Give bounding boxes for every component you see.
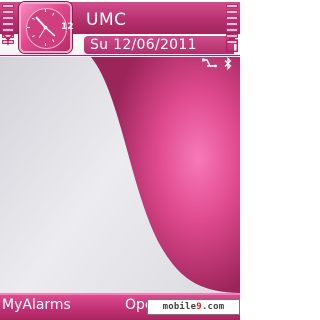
signal-bar	[2, 4, 14, 8]
analog-clock[interactable]: 12	[19, 2, 74, 53]
battery-bar	[226, 4, 238, 8]
clock-numeral: 12	[61, 22, 74, 32]
left-softkey-myalarms[interactable]: MyAlarms	[2, 297, 71, 313]
operator-name: UMC	[86, 10, 127, 30]
battery-bar	[226, 16, 238, 20]
battery-bar	[226, 28, 238, 32]
signal-bar	[2, 10, 14, 14]
battery-bar	[226, 10, 238, 14]
watermark-suffix: .com	[201, 302, 225, 312]
signal-bar	[2, 22, 14, 26]
battery-bar	[226, 22, 238, 26]
signal-bar	[2, 28, 14, 32]
phone-home-screen: 12 UMC Su 12/06/2011 MyAlarms Ope mobile…	[0, 0, 240, 320]
signal-antenna-icon	[2, 33, 14, 45]
battery-icon	[226, 38, 238, 52]
watermark-logo: mobile 9 .com	[147, 299, 240, 315]
usb-connection-icon	[202, 58, 217, 68]
date-display: Su 12/06/2011	[90, 37, 197, 53]
bluetooth-icon	[224, 57, 232, 70]
watermark-prefix: mobile	[162, 302, 197, 312]
signal-bar	[2, 16, 14, 20]
